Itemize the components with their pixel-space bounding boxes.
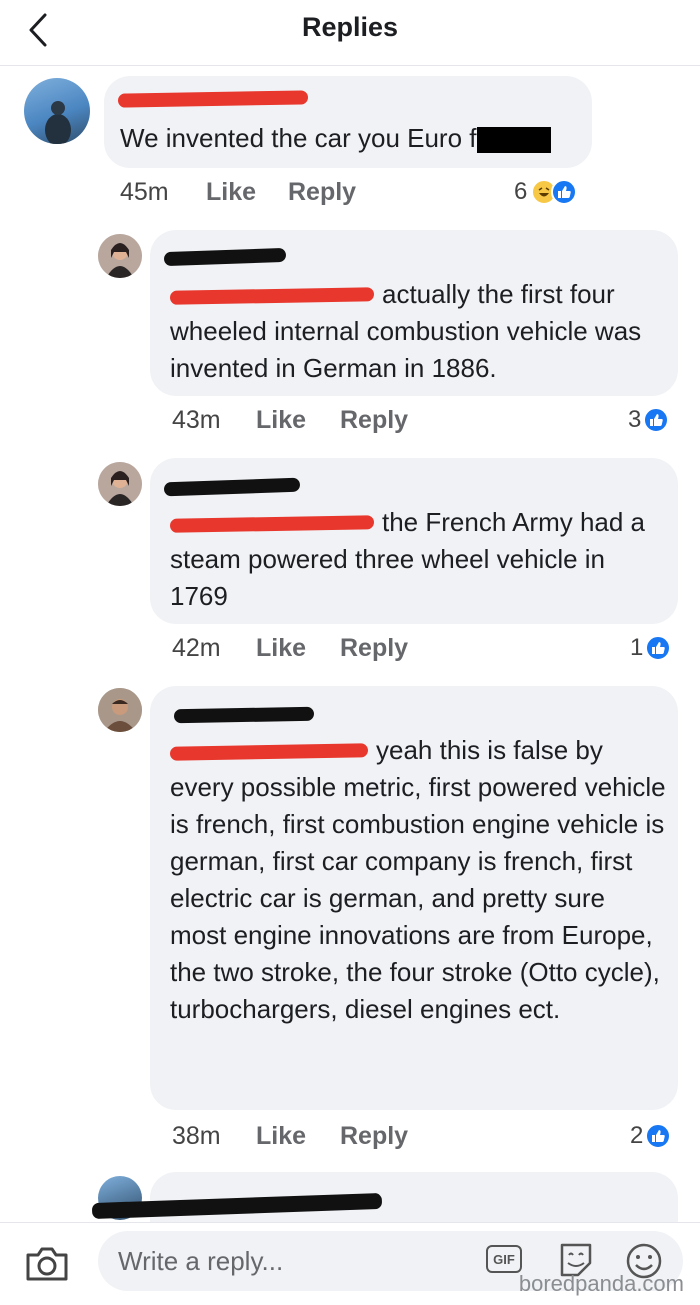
redacted-mention	[169, 515, 375, 533]
like-button[interactable]: Like	[256, 1122, 306, 1151]
camera-icon	[26, 1247, 68, 1281]
redacted-author-name	[163, 247, 287, 267]
like-icon	[645, 635, 672, 661]
camera-button[interactable]	[24, 1245, 70, 1288]
reaction-summary[interactable]: 2	[630, 1122, 672, 1150]
comment-time: 43m	[172, 406, 221, 434]
like-button[interactable]: Like	[256, 406, 306, 435]
watermark: boredpanda.com	[518, 1271, 684, 1296]
reaction-count: 1	[630, 634, 644, 661]
like-icon	[645, 1123, 672, 1149]
reply-button[interactable]: Reply	[340, 406, 408, 435]
page-title: Replies	[301, 12, 399, 42]
comment-bubble: actually the first four wheeled internal…	[150, 230, 678, 396]
redacted-mention	[169, 743, 369, 761]
top-bar: Replies	[0, 0, 700, 66]
reaction-summary[interactable]: 1	[630, 634, 672, 662]
avatar[interactable]	[98, 688, 142, 732]
like-button[interactable]: Like	[206, 178, 256, 207]
reply-composer: Write a reply... GIF boredpanda.com	[0, 1222, 700, 1305]
comment-bubble: the French Army had a steam powered thre…	[150, 458, 678, 624]
avatar[interactable]	[98, 462, 142, 506]
redacted-author-name	[117, 90, 309, 108]
comment-time: 42m	[172, 634, 221, 662]
comment-time: 45m	[120, 178, 169, 206]
reaction-count: 6	[514, 178, 528, 205]
like-button[interactable]: Like	[256, 634, 306, 663]
comment-bubble: yeah this is false by every possible met…	[150, 686, 678, 1110]
comment-bubble: We invented the car you Euro f	[104, 76, 592, 168]
reaction-count: 2	[630, 1122, 644, 1149]
redacted-mention	[169, 287, 375, 305]
gif-button[interactable]: GIF	[486, 1245, 522, 1273]
redacted-author-name	[173, 706, 315, 724]
redacted-author-name	[163, 477, 301, 497]
comment-time: 38m	[172, 1122, 221, 1150]
reaction-count: 3	[628, 406, 642, 433]
avatar[interactable]	[98, 234, 142, 278]
comment-text: yeah this is false by every possible met…	[170, 735, 666, 1024]
avatar[interactable]	[24, 78, 90, 144]
reply-input-placeholder: Write a reply...	[118, 1246, 284, 1276]
like-icon	[551, 179, 578, 205]
reaction-summary[interactable]: 3	[628, 406, 670, 434]
like-icon	[643, 407, 670, 433]
reply-button[interactable]: Reply	[340, 634, 408, 663]
redacted-word	[476, 127, 551, 154]
reaction-summary[interactable]: 6	[514, 178, 578, 206]
reply-button[interactable]: Reply	[288, 178, 356, 207]
comment-text: We invented the car you Euro f	[120, 123, 477, 153]
reply-button[interactable]: Reply	[340, 1122, 408, 1151]
